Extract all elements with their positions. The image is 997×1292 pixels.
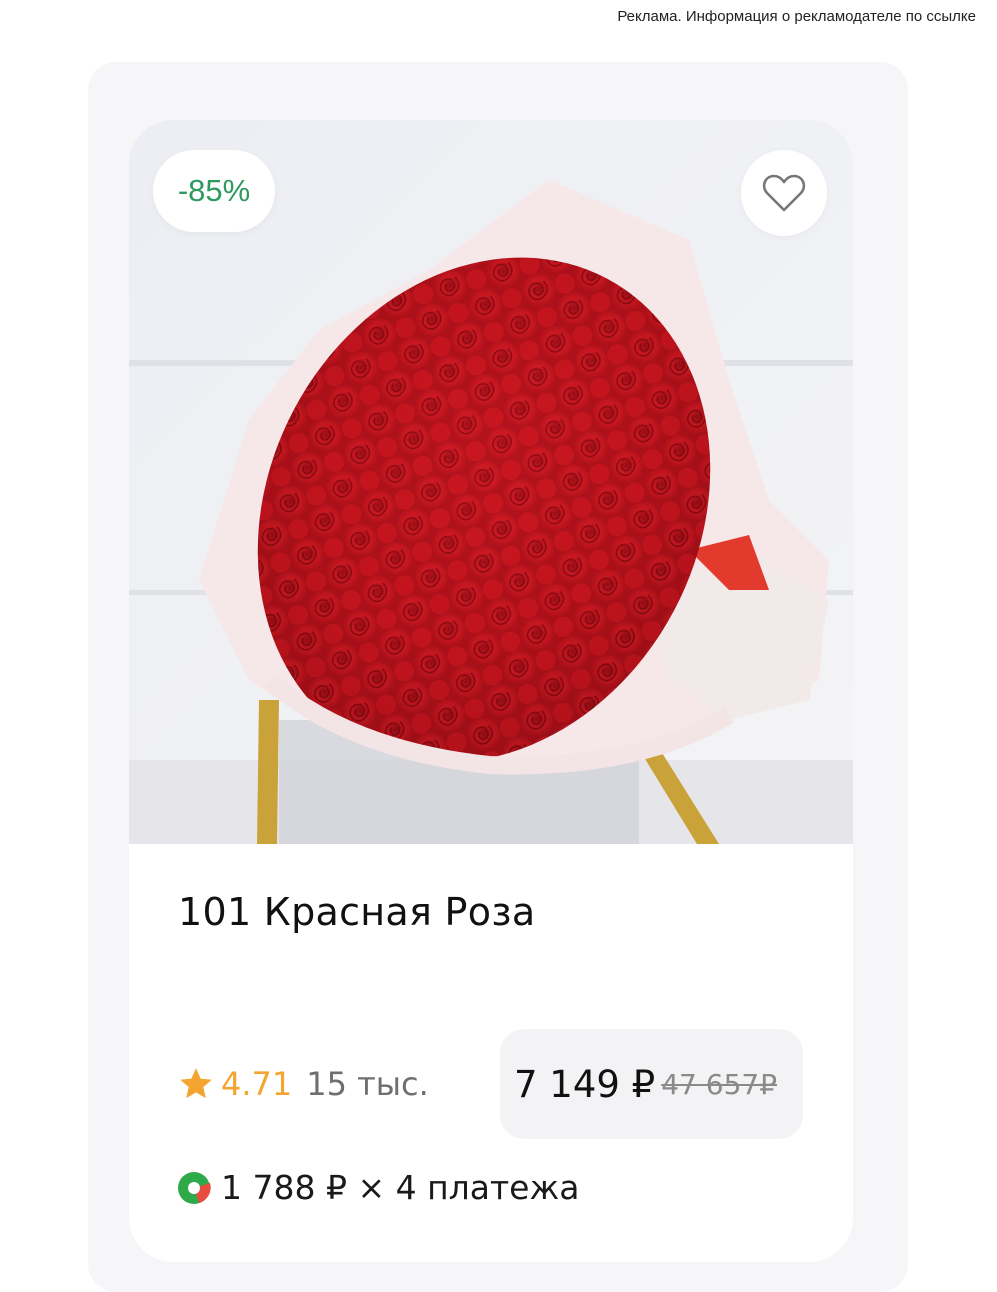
product-card[interactable]: -85% 101 Красная Роза 4.71 15 тыс. 7 149… — [129, 120, 853, 1262]
discount-badge: -85% — [153, 150, 275, 232]
product-title[interactable]: 101 Красная Роза — [178, 890, 535, 934]
heart-icon — [762, 174, 806, 212]
price-box[interactable]: 7 149 ₽ 47 657₽ — [500, 1029, 803, 1139]
favorite-button[interactable] — [741, 150, 827, 236]
ad-disclosure-link[interactable]: Реклама. Информация о рекламодателе по с… — [617, 8, 976, 25]
payment-icon — [178, 1171, 211, 1204]
rating-score: 4.71 — [221, 1065, 293, 1103]
installment-info: 1 788 ₽ × 4 платежа — [177, 1168, 579, 1207]
price-current: 7 149 ₽ — [514, 1062, 656, 1106]
reviews-count: 15 тыс. — [306, 1065, 429, 1103]
price-old: 47 657₽ — [661, 1067, 778, 1101]
product-image[interactable]: -85% — [129, 120, 853, 844]
star-icon — [180, 1068, 212, 1099]
installment-text: 1 788 ₽ × 4 платежа — [221, 1168, 580, 1207]
rating: 4.71 15 тыс. — [177, 1065, 429, 1103]
